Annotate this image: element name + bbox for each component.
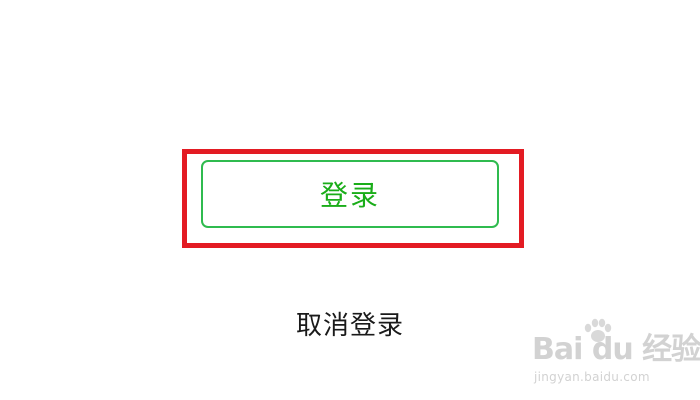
watermark-url: jingyan.baidu.com	[534, 370, 650, 384]
baidu-jingyan-watermark: Bai du 经验 jingyan.baidu.com	[532, 318, 700, 390]
watermark-logo-text: Bai du 经验	[532, 332, 700, 367]
login-button[interactable]: 登录	[201, 160, 499, 228]
